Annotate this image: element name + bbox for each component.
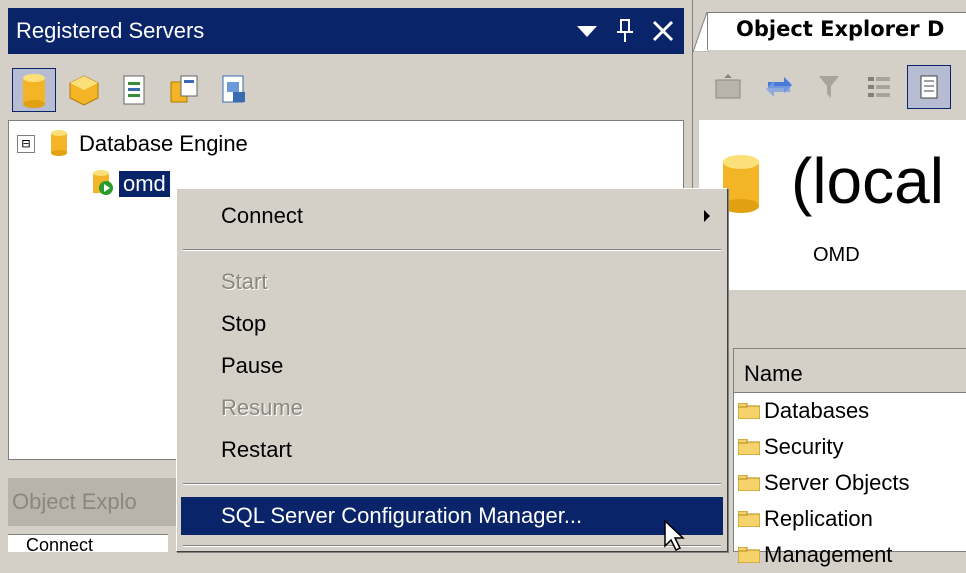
object-explorer-details-pane: Object Explorer D (local OMD Name Databa… — [692, 0, 966, 567]
analysis-services-icon[interactable] — [62, 68, 106, 112]
details-view-icon[interactable] — [907, 65, 951, 109]
list-item-label: Replication — [764, 506, 873, 531]
list-view-icon[interactable] — [857, 65, 901, 109]
menu-separator — [183, 545, 721, 547]
menu-item-resume[interactable]: Resume — [181, 389, 723, 427]
menu-item-start[interactable]: Start — [181, 263, 723, 301]
tree-node-database-engine[interactable]: ⊟ Database Engine — [17, 125, 248, 163]
mouse-cursor-icon — [664, 520, 685, 552]
folder-icon — [738, 475, 760, 491]
folder-icon — [738, 547, 760, 563]
menu-item-label: Pause — [221, 353, 284, 378]
server-label[interactable]: omd — [118, 170, 171, 198]
submenu-arrow-icon — [704, 210, 710, 222]
menu-item-sql-server-configuration-manager[interactable]: SQL Server Configuration Manager... — [181, 497, 723, 535]
folder-icon — [738, 439, 760, 455]
compact-edition-icon[interactable] — [212, 68, 256, 112]
list-item[interactable]: Server Objects — [734, 465, 966, 501]
tree-node-label: Database Engine — [79, 131, 248, 156]
server-name: (local — [791, 145, 944, 217]
collapse-toggle[interactable]: ⊟ — [17, 135, 35, 153]
menu-item-label: Start — [221, 269, 268, 294]
list-item-label: Databases — [764, 398, 870, 423]
menu-item-label: SQL Server Configuration Manager... — [221, 503, 583, 528]
menu-item-label: Connect — [221, 203, 303, 228]
list-item[interactable]: Replication — [734, 501, 966, 537]
list-item[interactable]: Security — [734, 429, 966, 465]
menu-item-stop[interactable]: Stop — [181, 305, 723, 343]
list-item-label: Security — [764, 434, 844, 459]
connect-strip[interactable]: Connect — [8, 534, 168, 552]
pin-icon[interactable] — [608, 14, 642, 48]
folder-icon — [738, 511, 760, 527]
menu-item-connect[interactable]: Connect — [181, 197, 723, 235]
menu-separator — [183, 249, 721, 251]
server-subtitle: OMD — [813, 244, 860, 266]
list-item-label: Management — [764, 542, 893, 567]
sync-icon[interactable] — [757, 65, 801, 109]
up-folder-icon[interactable] — [707, 65, 751, 109]
registered-servers-titlebar: Registered Servers — [8, 8, 684, 54]
menu-item-label: Resume — [221, 395, 303, 420]
integration-services-icon[interactable] — [162, 68, 206, 112]
server-context-menu: Connect Start Stop Pause Resume Restart … — [176, 188, 728, 552]
menu-item-pause[interactable]: Pause — [181, 347, 723, 385]
database-engine-icon — [49, 128, 69, 161]
server-summary: (local OMD — [699, 120, 966, 290]
menu-item-label: Restart — [221, 437, 292, 462]
object-list: Name Databases Security Server Objects R… — [733, 348, 966, 567]
list-item[interactable]: Databases — [734, 393, 966, 429]
reporting-services-icon[interactable] — [112, 68, 156, 112]
folder-icon — [738, 403, 760, 419]
menu-item-label: Stop — [221, 311, 267, 336]
database-engine-icon[interactable] — [12, 68, 56, 112]
object-explorer-toolbar — [707, 62, 966, 112]
tree-node-server-omd[interactable]: omd — [91, 165, 171, 203]
list-item[interactable]: Management — [734, 537, 966, 573]
menu-separator — [183, 483, 721, 485]
list-item-label: Server Objects — [764, 470, 910, 495]
pane-title: Registered Servers — [16, 18, 205, 43]
registered-servers-toolbar — [8, 62, 684, 118]
close-icon[interactable] — [646, 14, 680, 48]
column-header-name[interactable]: Name — [734, 349, 966, 393]
chevron-down-icon[interactable] — [570, 14, 604, 48]
menu-item-restart[interactable]: Restart — [181, 431, 723, 469]
tab-object-explorer[interactable]: Object Explo — [8, 478, 178, 526]
filter-icon[interactable] — [807, 65, 851, 109]
server-running-icon — [91, 168, 115, 201]
tab-object-explorer-details[interactable]: Object Explorer D — [707, 12, 966, 50]
